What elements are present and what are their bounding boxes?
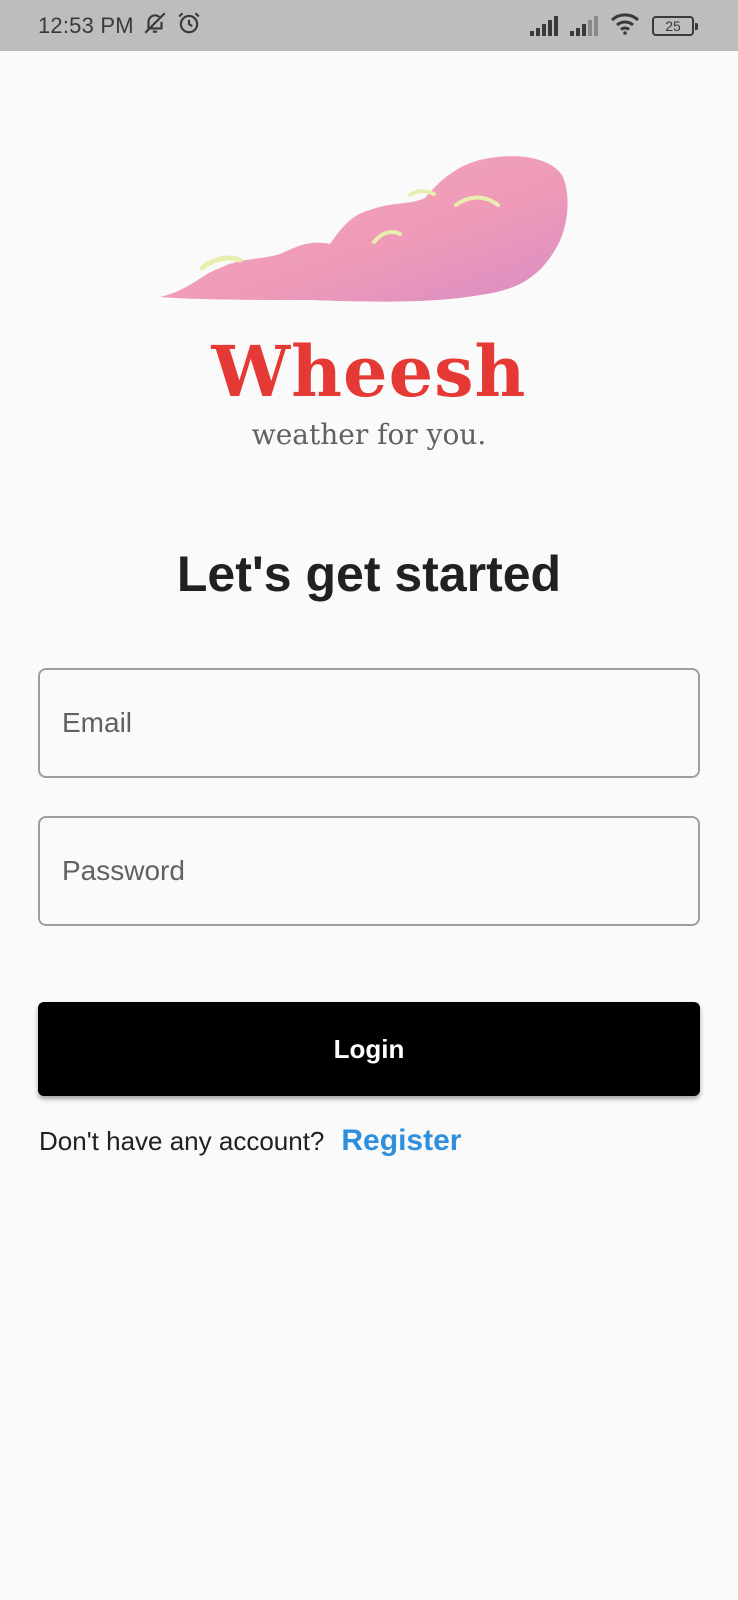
alarm-icon — [176, 10, 202, 42]
password-field — [38, 816, 700, 926]
signal-weak-icon — [570, 15, 598, 36]
battery-level: 25 — [665, 17, 681, 34]
status-bar: 12:53 PM 25 — [0, 0, 738, 51]
brand-tagline: weather for you. — [251, 418, 487, 451]
email-field — [38, 668, 700, 778]
battery-icon: 25 — [652, 15, 698, 36]
status-bar-right: 25 — [530, 11, 698, 40]
email-input[interactable] — [40, 670, 698, 776]
wifi-icon — [610, 11, 640, 40]
bell-off-icon — [142, 10, 168, 42]
status-time: 12:53 PM — [38, 12, 134, 38]
password-input[interactable] — [40, 818, 698, 924]
page-title: Let's get started — [176, 546, 562, 602]
login-button[interactable]: Login — [38, 1002, 700, 1096]
signal-icon — [530, 15, 558, 36]
register-link[interactable]: Register — [341, 1124, 461, 1158]
register-prompt: Don't have any account? — [39, 1125, 325, 1156]
status-bar-left: 12:53 PM — [38, 10, 202, 42]
cloud-logo — [160, 150, 570, 310]
register-row: Don't have any account? Register — [39, 1124, 461, 1158]
brand-title: Wheesh — [211, 330, 527, 413]
